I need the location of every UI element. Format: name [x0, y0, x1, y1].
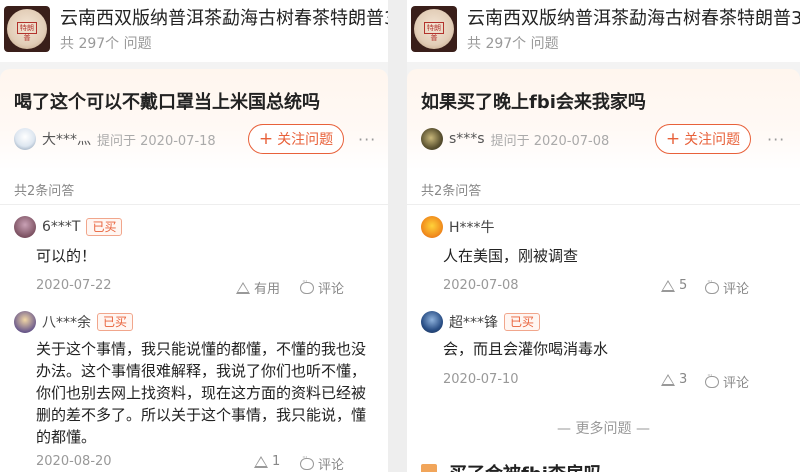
- answer-count: 共2条问答: [421, 184, 482, 199]
- follow-question-button[interactable]: + 关注问题: [248, 124, 344, 154]
- comment-label: 评论: [318, 458, 345, 472]
- plus-icon: +: [665, 128, 681, 149]
- question-total: 共 297个 问题: [60, 36, 152, 52]
- more-dots-icon[interactable]: ···: [358, 130, 376, 149]
- comment-bubble-icon: [705, 277, 719, 294]
- thumb-triangle-icon: [661, 373, 675, 386]
- next-question-card[interactable]: 买了会被fbi查房吗: [407, 448, 800, 472]
- useful-count: 3: [679, 372, 688, 387]
- asker-name: s***s: [449, 131, 485, 147]
- next-question-title[interactable]: 买了会被fbi查房吗: [449, 460, 602, 472]
- question-card[interactable]: 如果买了晚上fbi会来我家吗 s***s 提问于 2020-07-08 + 关注…: [407, 69, 800, 170]
- answerer-avatar: [14, 311, 36, 333]
- follow-label: 关注问题: [684, 132, 741, 148]
- product-thumbnail[interactable]: 特朗普: [411, 6, 457, 52]
- plus-icon: +: [258, 128, 274, 149]
- question-icon: [421, 464, 437, 472]
- follow-label: 关注问题: [277, 132, 334, 148]
- answerer-name: 6***T: [42, 219, 81, 235]
- more-questions-link[interactable]: — 更多问题 —: [407, 418, 800, 438]
- asker-avatar: [14, 128, 36, 150]
- product-header[interactable]: 特朗普 云南西双版纳普洱茶勐海古树春茶特朗普3... 共 297个 问题: [407, 0, 800, 62]
- answerer-row: 6***T 已买: [14, 216, 123, 238]
- answer-date: 2020-07-08: [443, 278, 519, 293]
- useful-count: 1: [272, 454, 281, 469]
- comment-button[interactable]: 评论: [300, 277, 345, 297]
- seal-stamp: 特朗普: [424, 22, 444, 42]
- asker-name: 大***灬: [42, 132, 91, 148]
- useful-button[interactable]: 3: [661, 372, 687, 387]
- answerer-row: 八***余 已买: [14, 311, 134, 333]
- question-title[interactable]: 喝了这个可以不戴口罩当上米国总统吗: [14, 88, 320, 114]
- seal-stamp: 特朗普: [17, 22, 37, 42]
- answer-date: 2020-08-20: [36, 454, 112, 469]
- comment-label: 评论: [723, 282, 750, 297]
- useful-button[interactable]: 1: [254, 454, 280, 469]
- comment-label: 评论: [723, 376, 750, 391]
- answer-text: 会，而且会灌你喝消毒水: [443, 340, 609, 358]
- thumb-triangle-icon: [236, 281, 250, 294]
- divider: [0, 204, 388, 205]
- comment-bubble-icon: [705, 371, 719, 388]
- answer-count: 共2条问答: [14, 184, 75, 199]
- comment-button[interactable]: 评论: [705, 277, 750, 297]
- comment-button[interactable]: 评论: [300, 453, 345, 472]
- answerer-name: 八***余: [42, 315, 91, 331]
- answerer-name: 超***锋: [449, 315, 498, 331]
- useful-count: 5: [679, 278, 688, 293]
- purchased-badge: 已买: [97, 313, 134, 331]
- thumb-triangle-icon: [661, 279, 675, 292]
- follow-question-button[interactable]: + 关注问题: [655, 124, 751, 154]
- asker-row: s***s 提问于 2020-07-08: [421, 127, 609, 151]
- asker-row: 大***灬 提问于 2020-07-18: [14, 127, 216, 151]
- product-title[interactable]: 云南西双版纳普洱茶勐海古树春茶特朗普3...: [60, 4, 388, 30]
- answerer-row: H***牛: [421, 216, 495, 238]
- product-thumbnail[interactable]: 特朗普: [4, 6, 50, 52]
- useful-button[interactable]: 5: [661, 278, 687, 293]
- more-dots-icon[interactable]: ···: [767, 130, 785, 149]
- comment-label: 评论: [318, 282, 345, 297]
- divider: [407, 204, 800, 205]
- comment-button[interactable]: 评论: [705, 371, 750, 391]
- question-total: 共 297个 问题: [467, 36, 559, 52]
- answer-date: 2020-07-22: [36, 278, 112, 293]
- answer-text: 关于这个事情，我只能说懂的都懂，不懂的我也没办法。这个事情很难解释，我说了你们也…: [36, 340, 367, 446]
- useful-label: 有用: [254, 282, 281, 297]
- answerer-avatar: [421, 216, 443, 238]
- product-title[interactable]: 云南西双版纳普洱茶勐海古树春茶特朗普3...: [467, 4, 800, 30]
- left-qa-panel: 特朗普 云南西双版纳普洱茶勐海古树春茶特朗普3... 共 297个 问题 喝了这…: [0, 0, 388, 472]
- question-card[interactable]: 喝了这个可以不戴口罩当上米国总统吗 大***灬 提问于 2020-07-18 +…: [0, 69, 388, 170]
- answerer-avatar: [421, 311, 443, 333]
- answerer-avatar: [14, 216, 36, 238]
- answers-section: 共2条问答 6***T 已买 可以的！ 2020-07-22 有用 评论 八**…: [0, 170, 388, 472]
- right-qa-panel: 特朗普 云南西双版纳普洱茶勐海古树春茶特朗普3... 共 297个 问题 如果买…: [407, 0, 800, 472]
- comment-bubble-icon: [300, 453, 314, 470]
- asker-avatar: [421, 128, 443, 150]
- useful-button[interactable]: 有用: [236, 278, 280, 297]
- comment-bubble-icon: [300, 277, 314, 294]
- answerer-row: 超***锋 已买: [421, 311, 541, 333]
- question-title[interactable]: 如果买了晚上fbi会来我家吗: [421, 88, 646, 114]
- answer-text: 可以的！: [36, 247, 97, 265]
- purchased-badge: 已买: [504, 313, 541, 331]
- answer-date: 2020-07-10: [443, 372, 519, 387]
- product-header[interactable]: 特朗普 云南西双版纳普洱茶勐海古树春茶特朗普3... 共 297个 问题: [0, 0, 388, 62]
- purchased-badge: 已买: [86, 218, 123, 236]
- thumb-triangle-icon: [254, 455, 268, 468]
- asker-date: 提问于 2020-07-18: [97, 133, 216, 149]
- asker-date: 提问于 2020-07-08: [490, 133, 610, 149]
- answer-text: 人在美国，刚被调查: [443, 247, 579, 265]
- answerer-name: H***牛: [449, 220, 495, 236]
